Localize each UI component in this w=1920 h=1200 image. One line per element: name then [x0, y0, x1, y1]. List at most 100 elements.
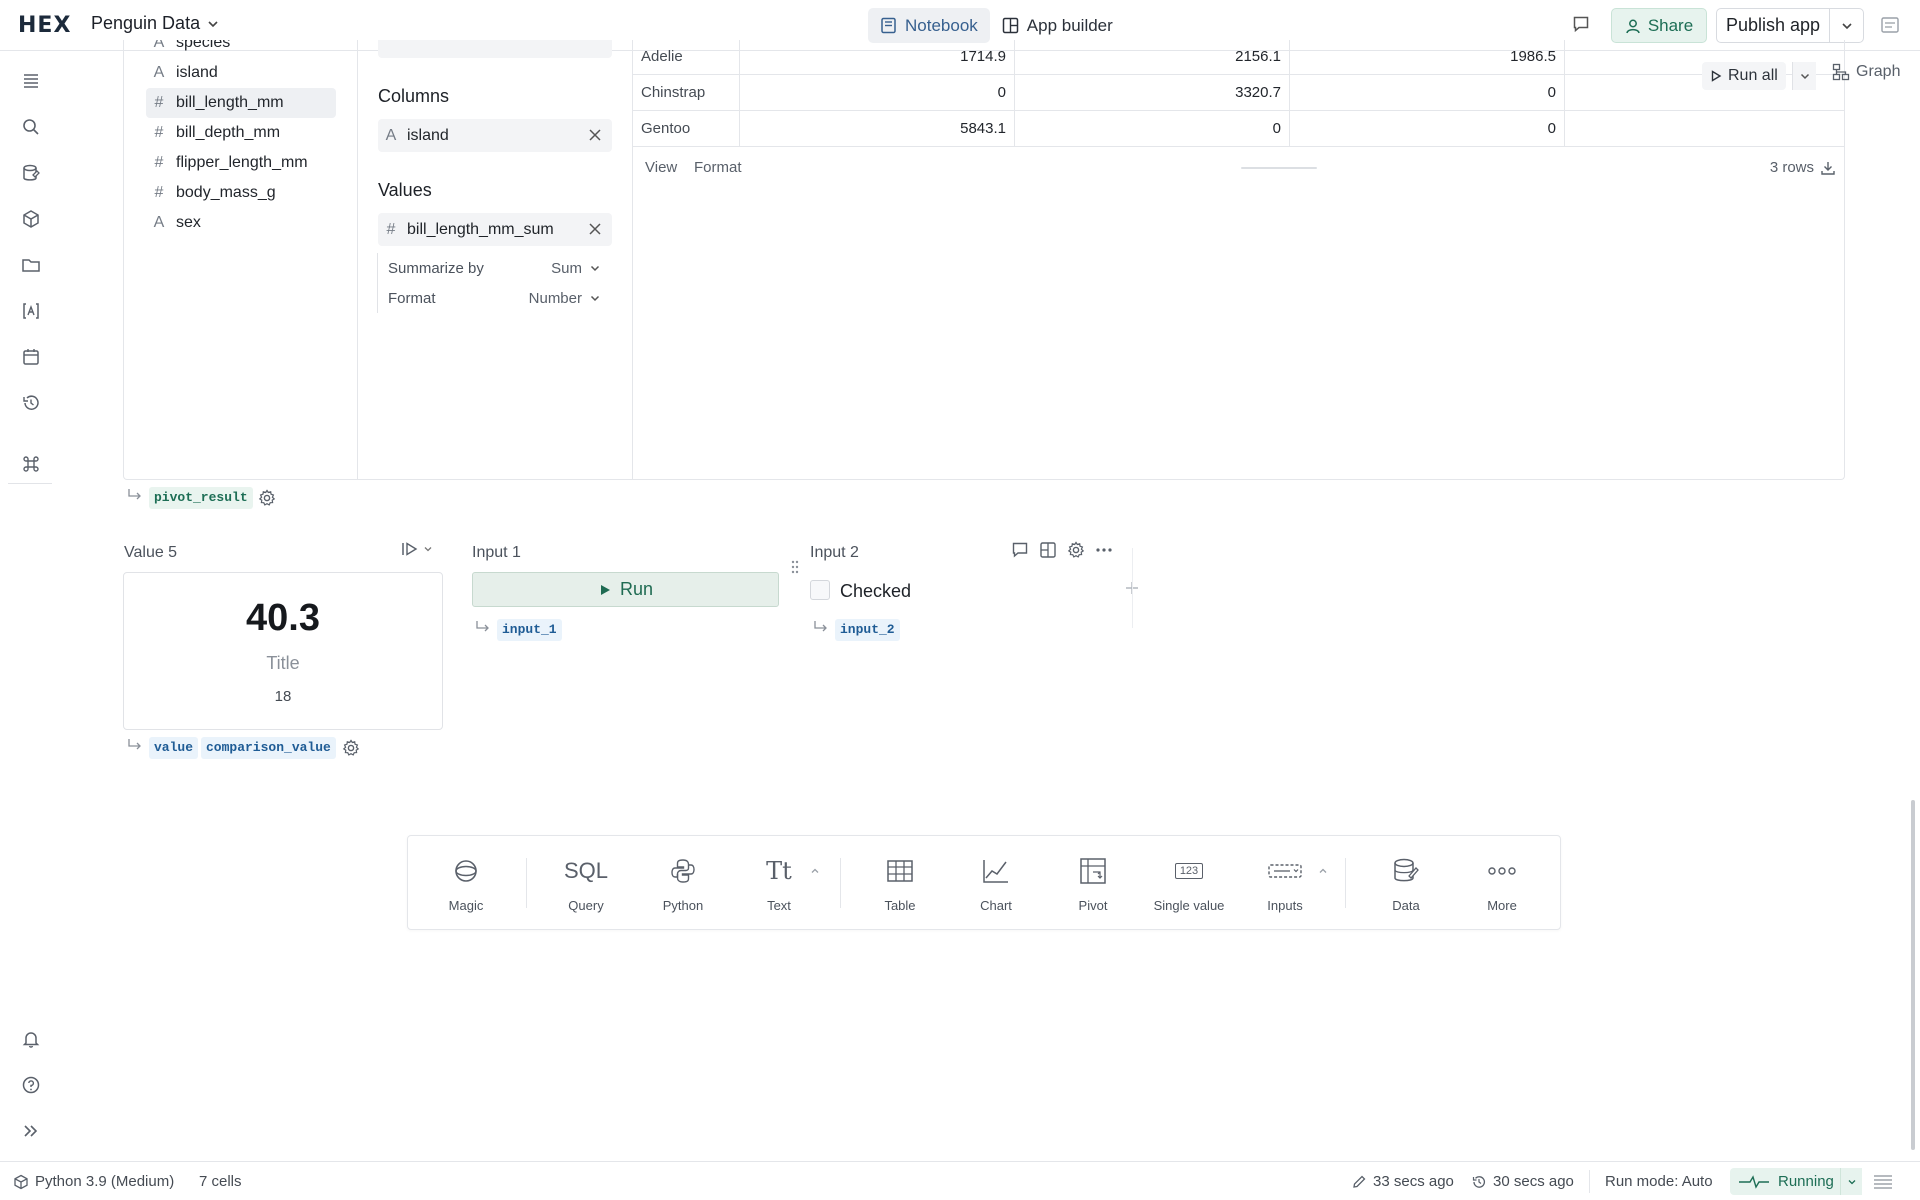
number-type-icon: # [386, 220, 396, 238]
publish-dropdown-button[interactable] [1829, 9, 1863, 42]
add-data-button[interactable]: Data [1358, 854, 1454, 913]
row-header-cell[interactable]: Adelie [633, 40, 740, 75]
row-count-download[interactable]: 3 rows [1770, 159, 1836, 176]
outline-nav-icon[interactable] [21, 71, 41, 91]
table-cell[interactable]: 1986.5 [1290, 40, 1565, 75]
format-tab[interactable]: Format [694, 159, 742, 176]
files-icon[interactable] [21, 255, 41, 275]
run-all-dropdown[interactable] [1792, 62, 1816, 90]
add-table-button[interactable]: Table [852, 854, 948, 913]
field-item[interactable]: # body_mass_g [146, 178, 336, 208]
output-variable-tag[interactable]: value [149, 737, 199, 759]
table-cell[interactable]: 1714.9 [740, 40, 1015, 75]
field-item[interactable]: # flipper_length_mm [146, 148, 336, 178]
comment-icon[interactable] [1572, 15, 1590, 33]
table-cell[interactable]: 5843.1 [740, 111, 1015, 147]
variables-icon[interactable] [21, 301, 41, 321]
add-magic-button[interactable]: Magic [418, 854, 514, 913]
kernel-dropdown[interactable] [1840, 1168, 1862, 1195]
kernel-status[interactable]: Python 3.9 (Medium) [13, 1162, 174, 1200]
value-run-button[interactable] [401, 541, 433, 557]
run-mode[interactable]: Run mode: Auto [1605, 1162, 1713, 1200]
add-item-label: Single value [1153, 898, 1225, 913]
expand-sidebar-icon[interactable] [21, 1121, 41, 1141]
checkbox-label[interactable]: Checked [840, 581, 911, 602]
project-title[interactable]: Penguin Data [91, 13, 200, 34]
share-button[interactable]: Share [1611, 8, 1707, 43]
input-run-button[interactable]: Run [472, 572, 779, 607]
notification-bell-icon[interactable] [21, 1029, 41, 1049]
chevron-down-icon[interactable] [206, 17, 220, 31]
remove-icon[interactable] [588, 128, 602, 142]
field-item[interactable]: Aspecies [146, 40, 336, 58]
graph-button[interactable]: Graph [1832, 63, 1900, 81]
format-label: Format [388, 289, 436, 307]
chevron-up-icon[interactable] [1318, 866, 1328, 876]
output-variable-tag[interactable]: input_2 [835, 619, 900, 641]
history-icon[interactable] [21, 393, 41, 413]
add-pivot-button[interactable]: Pivot [1045, 854, 1141, 913]
outline-icon[interactable] [1880, 16, 1900, 36]
format-select[interactable]: Number [529, 290, 601, 307]
kernel-running-badge[interactable]: Running [1730, 1168, 1854, 1195]
last-run[interactable]: 30 secs ago [1471, 1162, 1574, 1200]
field-item[interactable]: Aisland [146, 58, 336, 88]
add-chart-button[interactable]: Chart [948, 854, 1044, 913]
chevron-up-icon[interactable] [810, 866, 820, 876]
tab-notebook[interactable]: Notebook [868, 8, 990, 43]
memory-icon[interactable] [1872, 1173, 1894, 1191]
hex-logo[interactable]: HEX [18, 13, 71, 38]
add-query-button[interactable]: SQL Query [538, 854, 634, 913]
table-cell[interactable]: 0 [1290, 111, 1565, 147]
table-cell[interactable] [1565, 111, 1844, 147]
settings-gear-icon[interactable] [342, 739, 360, 757]
table-cell[interactable]: 2156.1 [1015, 40, 1290, 75]
help-icon[interactable] [21, 1075, 41, 1095]
add-text-button[interactable]: Tt Text [731, 854, 827, 913]
output-variable-tag[interactable]: comparison_value [201, 737, 336, 759]
comment-icon[interactable] [1011, 541, 1029, 559]
single-value-title[interactable]: Title [124, 653, 442, 674]
table-cell[interactable]: 0 [1015, 111, 1290, 147]
tab-app-builder[interactable]: App builder [990, 8, 1125, 43]
table-cell[interactable]: 0 [740, 75, 1015, 111]
vertical-scrollbar[interactable] [1911, 800, 1915, 1150]
text-type-icon: A [385, 126, 397, 144]
settings-gear-icon[interactable] [1067, 541, 1085, 559]
row-header-cell[interactable]: Gentoo [633, 111, 740, 147]
row-header-cell[interactable]: Chinstrap [633, 75, 740, 111]
output-variable-tag[interactable]: pivot_result [149, 487, 253, 509]
run-all-button[interactable]: Run all [1702, 62, 1786, 90]
schedule-icon[interactable] [21, 347, 41, 367]
field-item[interactable]: Asex [146, 208, 336, 238]
field-item[interactable]: # bill_depth_mm [146, 118, 336, 148]
row-chip-clipped[interactable] [378, 40, 612, 58]
horizontal-scrollbar[interactable] [1241, 167, 1317, 169]
publish-app-button[interactable]: Publish app [1716, 8, 1864, 43]
table-cell[interactable]: 3320.7 [1015, 75, 1290, 111]
summarize-by-select[interactable]: Sum [551, 260, 601, 277]
format-value: Number [528, 289, 582, 307]
table-cell[interactable]: 0 [1290, 75, 1565, 111]
drag-handle-icon[interactable] [790, 559, 800, 575]
data-browser-icon[interactable] [21, 163, 41, 183]
command-icon[interactable] [21, 454, 41, 474]
view-tab[interactable]: View [645, 159, 677, 176]
add-single-value-button[interactable]: 123 Single value [1141, 854, 1237, 913]
checkbox-input[interactable] [810, 580, 830, 600]
add-python-button[interactable]: Python [635, 854, 731, 913]
search-icon[interactable] [21, 117, 41, 137]
add-more-button[interactable]: More [1454, 854, 1550, 913]
column-chip-label: island [407, 126, 449, 144]
add-inputs-button[interactable]: Inputs [1237, 854, 1333, 913]
settings-gear-icon[interactable] [258, 489, 276, 507]
column-chip[interactable]: A island [378, 119, 612, 152]
output-variable-tag[interactable]: input_1 [497, 619, 562, 641]
value-chip[interactable]: # bill_length_mm_sum [378, 213, 612, 246]
more-options-icon[interactable] [1095, 541, 1113, 559]
components-icon[interactable] [21, 209, 41, 229]
field-item[interactable]: # bill_length_mm [146, 88, 336, 118]
last-edited[interactable]: 33 secs ago [1351, 1162, 1454, 1200]
remove-icon[interactable] [588, 222, 602, 236]
layout-icon[interactable] [1039, 541, 1057, 559]
